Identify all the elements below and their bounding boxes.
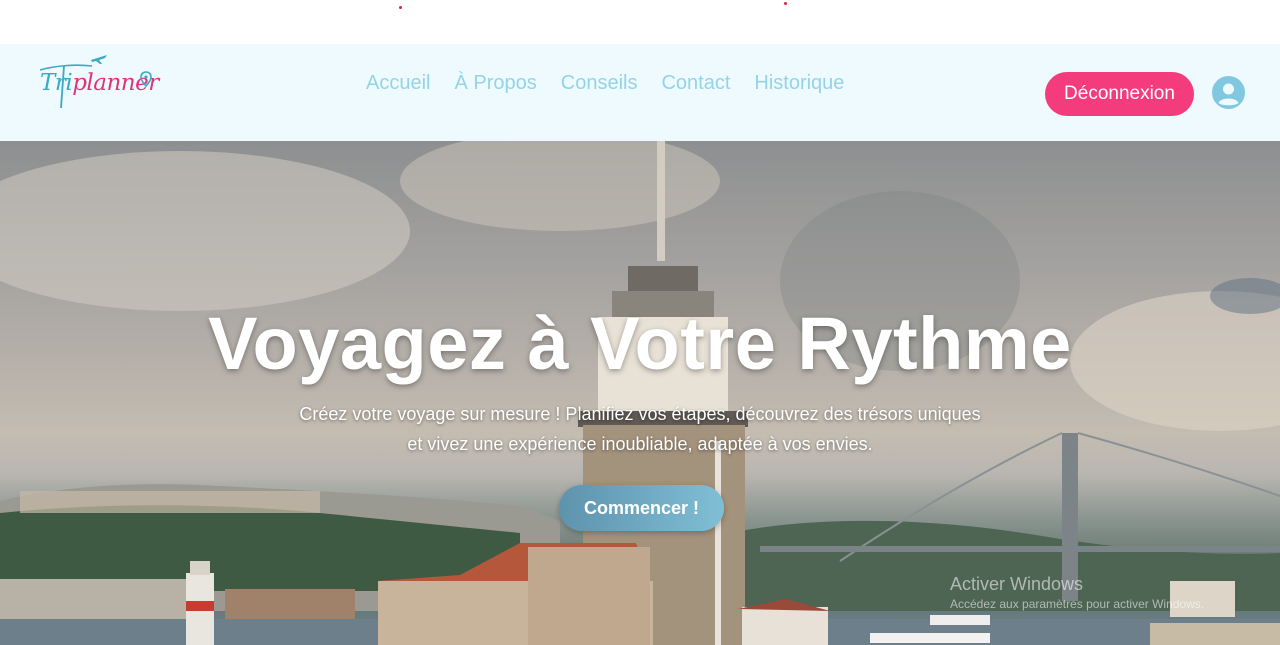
main-nav: Accueil À Propos Conseils Contact Histor…: [366, 72, 868, 95]
navbar: Triplanner Accueil À Propos Conseils Con…: [0, 44, 1280, 141]
start-button[interactable]: Commencer !: [559, 485, 724, 531]
nav-link-historique[interactable]: Historique: [754, 72, 844, 95]
watermark-title: Activer Windows: [950, 574, 1084, 594]
brand-logo[interactable]: Triplanner: [34, 52, 164, 116]
top-strip: [0, 0, 1280, 44]
nav-link-conseils[interactable]: Conseils: [561, 72, 638, 95]
hero-subtitle-line1: Créez votre voyage sur mesure ! Planifie…: [299, 404, 981, 424]
location-pin-icon: [140, 71, 152, 87]
decoration-dot: [784, 2, 787, 5]
hero-subtitle: Créez votre voyage sur mesure ! Planifie…: [260, 399, 1020, 459]
watermark-subtitle: Accédez aux paramètres pour activer Wind…: [950, 597, 1205, 611]
hero-section: Voyagez à Votre Rythme Créez votre voyag…: [0, 141, 1280, 645]
decoration-dot: [399, 6, 402, 9]
nav-link-a-propos[interactable]: À Propos: [454, 72, 536, 95]
hero-background-photo: [0, 141, 1280, 645]
logout-button[interactable]: Déconnexion: [1045, 72, 1194, 116]
brand-name-part1: Tri: [40, 70, 73, 96]
windows-activation-watermark: Activer Windows Accédez aux paramètres p…: [950, 574, 1204, 611]
nav-link-accueil[interactable]: Accueil: [366, 72, 430, 95]
hero-subtitle-line2: et vivez une expérience inoubliable, ada…: [407, 434, 873, 454]
nav-link-contact[interactable]: Contact: [661, 72, 730, 95]
hero-title: Voyagez à Votre Rythme: [208, 302, 1072, 385]
airplane-icon: [91, 55, 107, 64]
user-avatar-icon[interactable]: [1212, 76, 1245, 109]
